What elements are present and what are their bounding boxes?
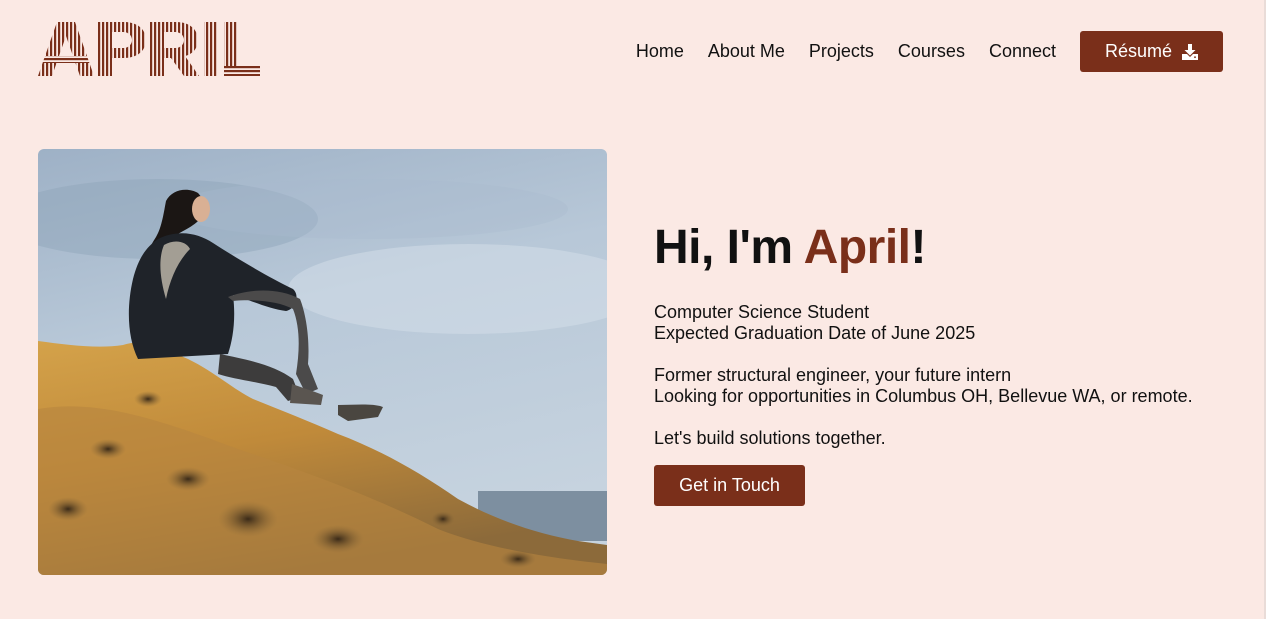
hero-headline: Hi, I'm April!	[654, 220, 1234, 276]
page: Home About Me Projects Courses Connect R…	[0, 0, 1266, 619]
nav-link-courses[interactable]: Courses	[898, 31, 965, 72]
headline-name: April	[803, 221, 911, 274]
nav-link-home[interactable]: Home	[636, 31, 684, 72]
nav-link-connect[interactable]: Connect	[989, 31, 1056, 72]
hero-intro: Hi, I'm April! Computer Science Student …	[654, 220, 1234, 506]
download-icon	[1182, 43, 1199, 60]
hero-bio: Computer Science Student Expected Gradua…	[654, 302, 1234, 449]
hero-photo	[38, 149, 607, 575]
april-logo[interactable]	[38, 22, 260, 76]
bio-graduation: Expected Graduation Date of June 2025	[654, 323, 976, 343]
headline-prefix: Hi, I'm	[654, 221, 804, 274]
resume-button-label: Résumé	[1104, 41, 1173, 61]
nav-link-projects[interactable]: Projects	[809, 31, 874, 72]
site-header: Home About Me Projects Courses Connect R…	[0, 0, 1266, 100]
bio-role: Computer Science Student	[654, 302, 870, 322]
bio-locations: Looking for opportunities in Columbus OH…	[654, 386, 1193, 406]
main-nav: Home About Me Projects Courses Connect R…	[636, 31, 1223, 72]
get-in-touch-button[interactable]: Get in Touch	[654, 465, 805, 506]
bio-tagline: Let's build solutions together.	[654, 428, 886, 448]
headline-suffix: !	[910, 221, 927, 274]
nav-link-about-me[interactable]: About Me	[708, 31, 785, 72]
bio-background: Former structural engineer, your future …	[654, 365, 1012, 385]
resume-download-button[interactable]: Résumé	[1080, 31, 1223, 72]
